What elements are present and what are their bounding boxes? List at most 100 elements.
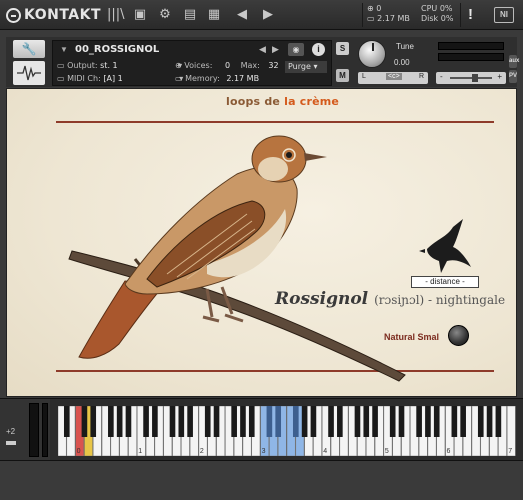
cpu-value: 0%	[439, 4, 453, 13]
keyboard-icon[interactable]: ▦	[206, 7, 222, 23]
black-key[interactable]	[152, 406, 158, 437]
level-meter-left	[438, 42, 504, 50]
previous-icon[interactable]: ◀	[234, 7, 250, 23]
output-field[interactable]: ▭ Output: st. 1 ▾	[57, 61, 182, 70]
rack-view-icon[interactable]: ▤	[182, 7, 198, 23]
tune-knob[interactable]	[358, 40, 386, 68]
instrument-header: 🔧 ▼ 00_ROSSIGNOL ◀ ▶ ◉ i ▭ Output: st. 1…	[6, 37, 519, 87]
black-key[interactable]	[169, 406, 176, 437]
instrument-info-panel: ▼ 00_ROSSIGNOL ◀ ▶ ◉ i ▭ Output: st. 1 ▾…	[52, 40, 332, 86]
pan-right-label: R	[418, 73, 424, 80]
aux-button[interactable]: aux	[509, 55, 519, 68]
wrench-icon[interactable]: 🔧	[13, 40, 45, 58]
black-key[interactable]	[310, 406, 317, 437]
ni-logo[interactable]: NI	[494, 7, 514, 23]
octave-minus-icon[interactable]	[6, 441, 16, 445]
save-icon[interactable]: ▣	[132, 7, 148, 23]
purge-dropdown[interactable]: Purge ▾	[285, 61, 327, 73]
midi-channel-field[interactable]: ▭ MIDI Ch: [A] 1 ▾	[57, 74, 183, 83]
next-instrument-icon[interactable]: ▶	[272, 44, 279, 55]
black-key[interactable]	[328, 406, 334, 437]
cpu-label: CPU	[421, 4, 438, 13]
mod-wheel[interactable]	[42, 403, 48, 457]
black-key[interactable]	[460, 406, 466, 437]
black-key[interactable]	[292, 406, 299, 437]
black-key[interactable]	[248, 406, 255, 437]
pan-left-label: L	[362, 73, 366, 80]
black-key[interactable]	[90, 406, 97, 437]
black-key[interactable]	[363, 406, 370, 437]
memory-readout: 2.17 MB	[377, 14, 410, 23]
keyboard-area: +2 0 1 2 3 4 5 6 7	[0, 398, 523, 461]
black-key[interactable]	[231, 406, 237, 437]
distance-dropdown[interactable]: - distance -	[411, 276, 479, 288]
output-value: st. 1	[100, 61, 118, 70]
pv-button[interactable]: PV	[509, 70, 517, 83]
pitch-bend-wheel[interactable]	[29, 403, 39, 457]
black-key[interactable]	[213, 406, 220, 437]
gear-icon[interactable]: ⚙	[157, 7, 173, 23]
kontakt-logo-icon	[6, 7, 21, 23]
black-key[interactable]	[398, 406, 405, 437]
octave-shift[interactable]: +2	[6, 427, 15, 436]
collapse-arrow-icon[interactable]: ▼	[60, 45, 68, 54]
black-key[interactable]	[240, 406, 246, 437]
black-key[interactable]	[108, 406, 114, 437]
black-key[interactable]	[187, 406, 193, 437]
memory-label: Memory:	[185, 74, 220, 83]
black-key[interactable]	[204, 406, 211, 437]
black-key[interactable]	[495, 406, 502, 437]
black-key[interactable]	[433, 406, 440, 437]
pan-center-handle[interactable]: <c>	[386, 73, 402, 80]
black-key[interactable]	[275, 406, 282, 437]
octave-label: 2	[200, 448, 204, 455]
voices-label: Voices:	[184, 61, 213, 70]
black-key[interactable]	[372, 406, 378, 437]
black-key[interactable]	[178, 406, 185, 437]
black-key[interactable]	[301, 406, 308, 437]
solo-button[interactable]: S	[336, 42, 349, 55]
instrument-panel: loops de la crème - distance - Rossignol…	[6, 88, 517, 397]
natural-knob[interactable]	[448, 325, 469, 346]
black-key[interactable]	[143, 406, 149, 437]
next-icon[interactable]: ▶	[260, 7, 276, 23]
waveform-icon[interactable]	[13, 61, 45, 85]
info-icon[interactable]: i	[312, 43, 325, 56]
octave-label: 1	[138, 448, 142, 455]
mute-button[interactable]: M	[336, 69, 349, 82]
volume-minus[interactable]: -	[440, 72, 443, 81]
voices-field: ⊕ Voices: 0 Max: 32	[175, 61, 279, 70]
volume-slider[interactable]: - +	[436, 72, 506, 84]
bottom-bar	[0, 460, 523, 500]
black-key[interactable]	[477, 406, 484, 437]
black-key[interactable]	[425, 406, 431, 437]
black-key[interactable]	[116, 406, 123, 437]
title-main: Rossignol	[275, 289, 369, 309]
black-key[interactable]	[416, 406, 422, 437]
camera-icon[interactable]: ◉	[288, 43, 304, 56]
level-meter-right	[438, 53, 504, 61]
kontakt-window: KONTAKT |||\ ▣ ⚙ ▤ ▦ ◀ ▶ ⊕ 0 ▭ 2.17 MB C…	[0, 0, 523, 500]
volume-handle[interactable]	[472, 74, 478, 82]
black-key[interactable]	[337, 406, 343, 437]
top-toolbar: KONTAKT |||\ ▣ ⚙ ▤ ▦ ◀ ▶ ⊕ 0 ▭ 2.17 MB C…	[0, 0, 523, 30]
volume-plus[interactable]: +	[497, 72, 502, 81]
black-key[interactable]	[266, 406, 273, 437]
black-key[interactable]	[125, 406, 132, 437]
black-key[interactable]	[354, 406, 361, 437]
pan-slider[interactable]: L <c> R	[358, 72, 428, 84]
octave-label: 7	[508, 448, 512, 455]
library-icon[interactable]: |||\	[107, 7, 125, 23]
prev-instrument-icon[interactable]: ◀	[259, 44, 266, 55]
instrument-name[interactable]: 00_ROSSIGNOL	[75, 44, 159, 55]
black-key[interactable]	[63, 406, 70, 437]
tune-value: 0.00	[394, 58, 410, 67]
black-key[interactable]	[451, 406, 458, 437]
tune-label: Tune	[396, 42, 414, 51]
black-key[interactable]	[81, 406, 88, 437]
black-key[interactable]	[486, 406, 493, 437]
warning-icon[interactable]: !	[468, 6, 473, 23]
piano-keyboard[interactable]: 0 1 2 3 4 5 6 7	[58, 406, 516, 456]
max-value[interactable]: 32	[268, 61, 278, 70]
black-key[interactable]	[389, 406, 396, 437]
